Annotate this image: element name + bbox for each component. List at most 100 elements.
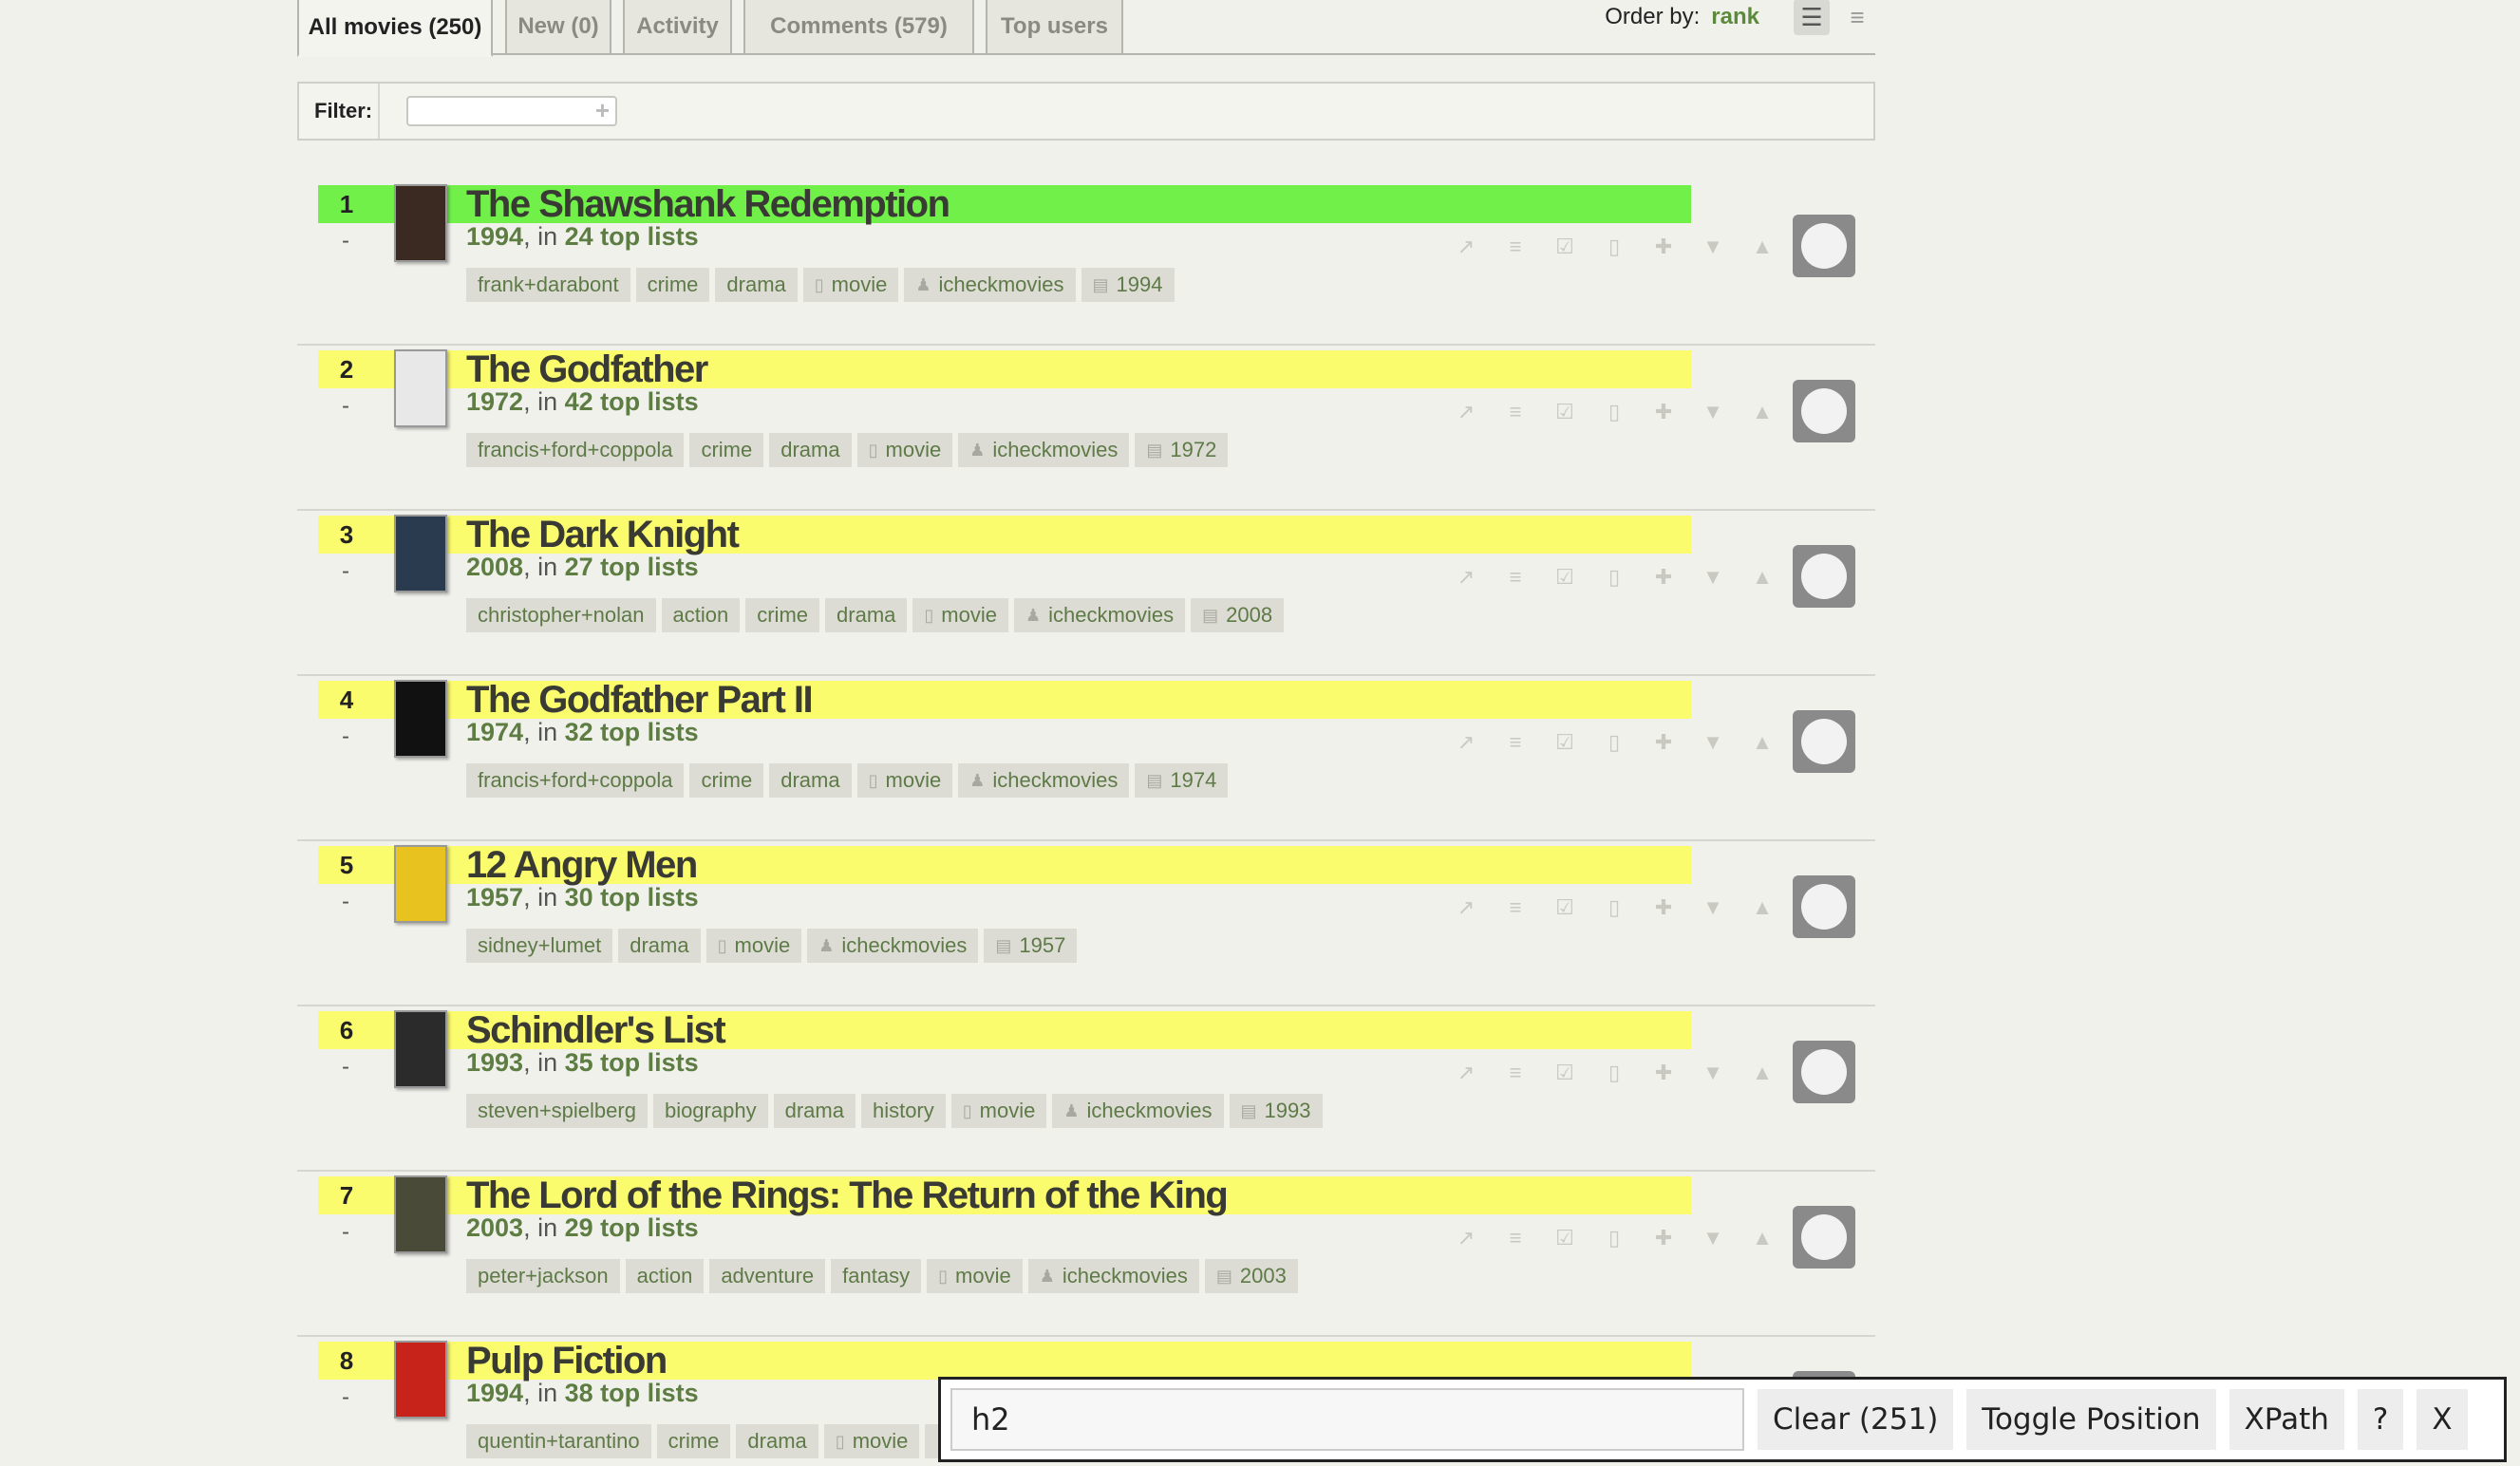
tag[interactable]: drama [825,598,908,632]
checkbox-icon[interactable]: ☑ [1540,891,1589,925]
user-tag[interactable]: ♟ icheckmovies [807,929,979,963]
dislike-icon[interactable]: ▼ [1688,395,1738,429]
close-button[interactable]: X [2417,1389,2468,1450]
tag[interactable]: fantasy [831,1259,922,1293]
page-icon[interactable]: ▯ [1589,230,1639,264]
user-tag[interactable]: ♟ icheckmovies [1027,1259,1199,1293]
movie-title-link[interactable]: The Godfather [466,346,708,393]
check-movie-button[interactable] [1793,215,1855,277]
tag[interactable]: christopher+nolan [466,598,656,632]
checkbox-icon[interactable]: ☑ [1540,395,1589,429]
page-icon[interactable]: ▯ [1589,1221,1639,1255]
check-movie-button[interactable] [1793,380,1855,442]
check-movie-button[interactable] [1793,1041,1855,1103]
movie-poster[interactable] [394,680,447,758]
tag[interactable]: action [661,598,741,632]
external-link-icon[interactable]: ↗ [1441,1056,1491,1090]
date-tag[interactable]: ▤ 2008 [1191,598,1285,632]
type-tag[interactable]: ▯ movie [705,929,802,963]
tag[interactable]: drama [715,268,798,302]
tag[interactable]: drama [618,929,701,963]
checkbox-icon[interactable]: ☑ [1540,560,1589,594]
external-link-icon[interactable]: ↗ [1441,891,1491,925]
check-movie-button[interactable] [1793,1206,1855,1269]
type-tag[interactable]: ▯ movie [912,598,1008,632]
like-icon[interactable]: ▲ [1738,1221,1787,1255]
tag[interactable]: drama [769,433,852,467]
xpath-button[interactable]: XPath [2229,1389,2344,1450]
tag[interactable]: action [625,1259,705,1293]
add-icon[interactable]: ✚ [1639,891,1688,925]
external-link-icon[interactable]: ↗ [1441,560,1491,594]
tag[interactable]: francis+ford+coppola [466,763,685,798]
like-icon[interactable]: ▲ [1738,1056,1787,1090]
user-tag[interactable]: ♟ icheckmovies [1052,1094,1224,1128]
date-tag[interactable]: ▤ 1957 [984,929,1078,963]
like-icon[interactable]: ▲ [1738,891,1787,925]
plus-icon[interactable]: + [595,96,610,125]
tag[interactable]: crime [656,1424,731,1458]
checkbox-icon[interactable]: ☑ [1540,725,1589,760]
tag[interactable]: sidney+lumet [466,929,613,963]
page-icon[interactable]: ▯ [1589,560,1639,594]
movie-title-link[interactable]: 12 Angry Men [466,841,698,889]
movie-title-link[interactable]: Schindler's List [466,1006,726,1054]
filter-input[interactable]: + [406,96,617,126]
tag[interactable]: crime [689,433,764,467]
add-icon[interactable]: ✚ [1639,395,1688,429]
external-link-icon[interactable]: ↗ [1441,230,1491,264]
movie-poster[interactable] [394,1175,447,1253]
like-icon[interactable]: ▲ [1738,230,1787,264]
movie-title-link[interactable]: The Godfather Part II [466,676,814,724]
like-icon[interactable]: ▲ [1738,560,1787,594]
tag[interactable]: crime [635,268,710,302]
tag[interactable]: crime [745,598,820,632]
external-link-icon[interactable]: ↗ [1441,725,1491,760]
tag[interactable]: frank+darabont [466,268,630,302]
tag[interactable]: peter+jackson [466,1259,620,1293]
query-input[interactable]: h2 [950,1388,1744,1451]
add-icon[interactable]: ✚ [1639,725,1688,760]
page-icon[interactable]: ▯ [1589,725,1639,760]
checkbox-icon[interactable]: ☑ [1540,1221,1589,1255]
order-by-rank-link[interactable]: rank [1711,4,1759,30]
dislike-icon[interactable]: ▼ [1688,230,1738,264]
user-tag[interactable]: ♟ icheckmovies [1013,598,1186,632]
movie-title-link[interactable]: The Shawshank Redemption [466,180,950,228]
help-button[interactable]: ? [2357,1389,2404,1450]
tab-all-movies[interactable]: All movies (250) [297,0,493,57]
page-icon[interactable]: ▯ [1589,891,1639,925]
dislike-icon[interactable]: ▼ [1688,725,1738,760]
date-tag[interactable]: ▤ 1994 [1081,268,1175,302]
page-icon[interactable]: ▯ [1589,395,1639,429]
movie-poster[interactable] [394,184,447,262]
type-tag[interactable]: ▯ movie [856,763,953,798]
tag[interactable]: drama [736,1424,818,1458]
check-movie-button[interactable] [1793,710,1855,773]
checkbox-icon[interactable]: ☑ [1540,1056,1589,1090]
compact-view-icon[interactable]: ≡ [1839,0,1875,35]
external-link-icon[interactable]: ↗ [1441,1221,1491,1255]
tag[interactable]: biography [652,1094,768,1128]
list-icon[interactable]: ≡ [1491,725,1540,760]
list-icon[interactable]: ≡ [1491,1056,1540,1090]
list-icon[interactable]: ≡ [1491,230,1540,264]
external-link-icon[interactable]: ↗ [1441,395,1491,429]
tab-top-users[interactable]: Top users [986,0,1123,55]
tab-activity[interactable]: Activity [623,0,732,55]
list-icon[interactable]: ≡ [1491,1221,1540,1255]
page-icon[interactable]: ▯ [1589,1056,1639,1090]
like-icon[interactable]: ▲ [1738,725,1787,760]
user-tag[interactable]: ♟ icheckmovies [904,268,1076,302]
movie-poster[interactable] [394,1010,447,1088]
date-tag[interactable]: ▤ 1974 [1135,763,1229,798]
like-icon[interactable]: ▲ [1738,395,1787,429]
checkbox-icon[interactable]: ☑ [1540,230,1589,264]
tab-comments[interactable]: Comments (579) [743,0,974,55]
tag[interactable]: quentin+tarantino [466,1424,651,1458]
list-icon[interactable]: ≡ [1491,560,1540,594]
tag[interactable]: drama [773,1094,856,1128]
add-icon[interactable]: ✚ [1639,560,1688,594]
list-icon[interactable]: ≡ [1491,395,1540,429]
tag[interactable]: steven+spielberg [466,1094,648,1128]
